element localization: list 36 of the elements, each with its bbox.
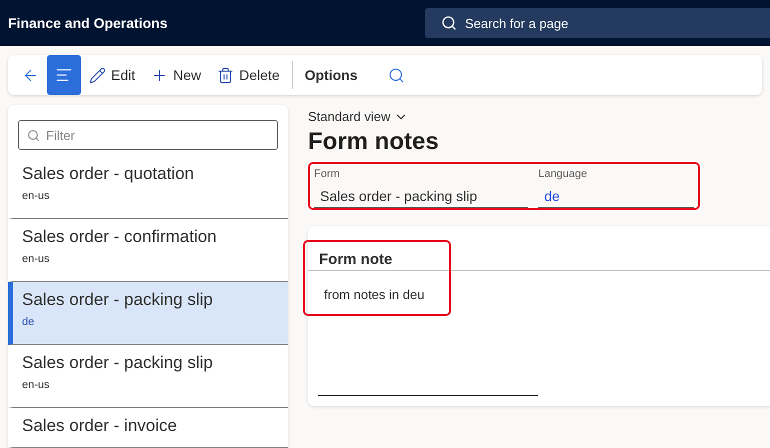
item-subtitle: en-us [22, 379, 51, 391]
page-title: Form notes [308, 128, 440, 156]
new-button[interactable]: New [143, 55, 210, 95]
view-selector[interactable]: Standard view [308, 109, 408, 124]
search-icon [441, 15, 457, 31]
item-title: Sales order - invoice [22, 416, 178, 436]
note-text: from notes in deu [323, 287, 426, 302]
search-icon [388, 66, 404, 84]
item-title: Sales order - packing slip [22, 290, 214, 310]
list-item[interactable]: Sales order - quotation en-us [8, 156, 288, 219]
menu-icon [55, 66, 73, 84]
card-title: Form note [319, 251, 394, 268]
field-label: Form [314, 168, 341, 180]
language-field[interactable]: de [538, 186, 694, 208]
form-field[interactable]: Sales order - packing slip [314, 186, 528, 208]
options-tab[interactable]: Options [296, 55, 366, 95]
item-title: Sales order - packing slip [22, 353, 214, 373]
item-title: Sales order - confirmation [22, 227, 218, 247]
pencil-icon [89, 66, 106, 84]
item-subtitle: en-us [22, 253, 51, 265]
edit-button[interactable]: Edit [81, 55, 144, 95]
app-title: Finance and Operations [8, 15, 168, 31]
trash-icon [217, 66, 234, 84]
menu-button[interactable] [47, 55, 81, 95]
field-label: Language [538, 168, 588, 180]
list-item[interactable]: Sales order - packing slip de [8, 282, 288, 345]
filter-field[interactable]: Filter [18, 120, 278, 150]
delete-button[interactable]: Delete [209, 55, 288, 95]
item-title: Sales order - quotation [22, 164, 195, 184]
list-item[interactable]: Sales order - invoice [8, 408, 288, 448]
item-subtitle: en-us [22, 190, 51, 202]
search-icon [27, 128, 40, 142]
list-item[interactable]: Sales order - packing slip en-us [8, 345, 288, 408]
item-subtitle: de [22, 316, 36, 328]
list-item[interactable]: Sales order - confirmation en-us [8, 219, 288, 282]
search-field[interactable]: Search for a page [425, 8, 770, 38]
